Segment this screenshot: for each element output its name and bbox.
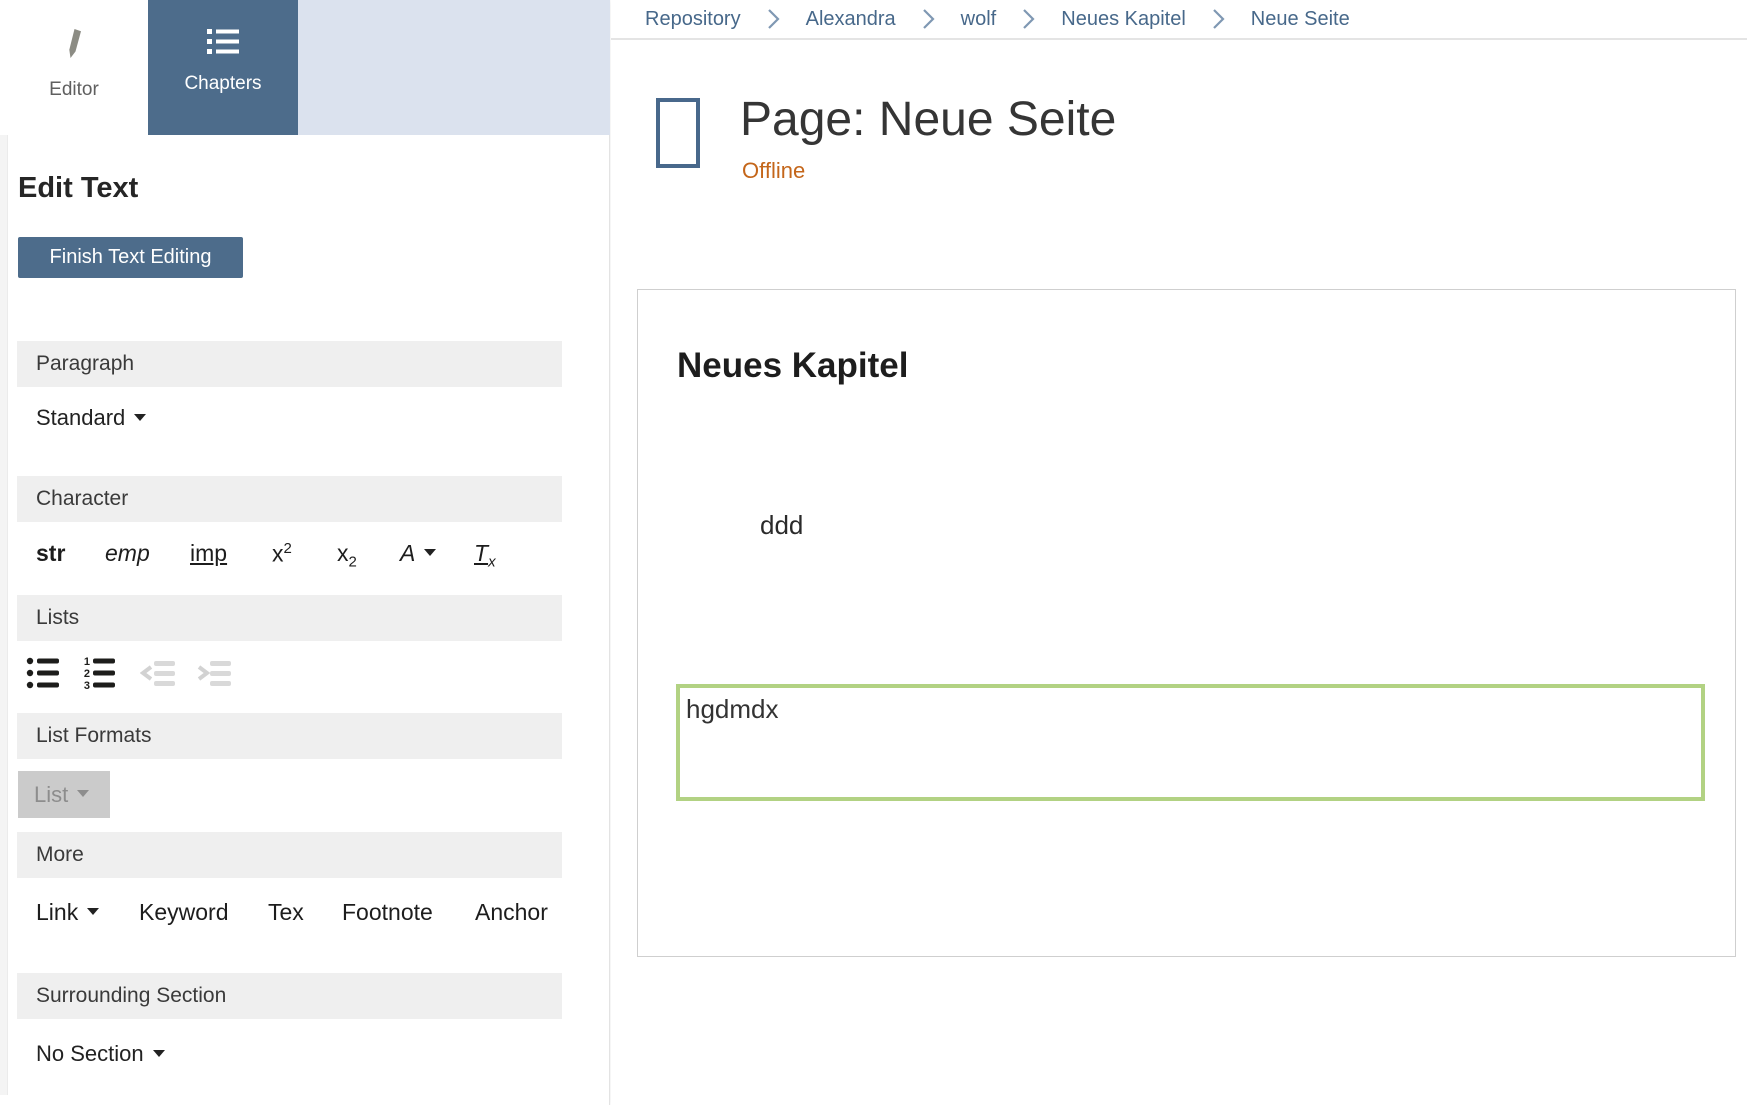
clear-format-base: T	[474, 540, 488, 566]
page-title: Page: Neue Seite	[740, 92, 1116, 147]
breadcrumb-alexandra[interactable]: Alexandra	[806, 8, 896, 31]
finish-text-editing-button[interactable]: Finish Text Editing	[18, 237, 243, 278]
svg-text:1: 1	[84, 656, 90, 668]
important-button[interactable]: imp	[190, 540, 227, 567]
surrounding-section-value: No Section	[36, 1041, 144, 1066]
breadcrumb: Repository Alexandra wolf Neues Kapitel …	[611, 0, 1747, 40]
link-dropdown[interactable]: Link	[36, 899, 99, 926]
sidebar-scrollbar[interactable]	[0, 135, 8, 1095]
subscript-base: x	[337, 540, 349, 566]
list-format-dropdown[interactable]: List	[18, 771, 110, 818]
clear-format-mark: x	[488, 554, 496, 571]
text-color-letter: A	[400, 540, 415, 566]
link-label: Link	[36, 899, 78, 925]
tab-chapters[interactable]: Chapters	[148, 0, 298, 135]
tab-editor[interactable]: Editor	[0, 0, 148, 135]
subscript-mark: 2	[349, 554, 357, 571]
chevron-down-icon	[153, 1050, 165, 1057]
tex-button[interactable]: Tex	[268, 899, 304, 926]
breadcrumb-neues-kapitel[interactable]: Neues Kapitel	[1061, 8, 1186, 31]
breadcrumb-neue-seite[interactable]: Neue Seite	[1251, 8, 1350, 31]
anchor-button[interactable]: Anchor	[475, 899, 548, 926]
chevron-down-icon	[77, 790, 89, 797]
superscript-button[interactable]: x2	[272, 540, 292, 568]
chevron-down-icon	[87, 908, 99, 915]
chevron-right-icon	[1212, 8, 1225, 30]
page-content-box: Neues Kapitel ddd hgdmdx	[637, 289, 1736, 957]
svg-text:3: 3	[84, 680, 90, 692]
emphasis-button[interactable]: emp	[105, 540, 150, 567]
list-format-value: List	[34, 782, 68, 807]
numbered-list-icon[interactable]: 1 2 3	[82, 653, 116, 693]
status-badge: Offline	[742, 158, 805, 184]
svg-text:2: 2	[84, 668, 90, 680]
surrounding-section-dropdown[interactable]: No Section	[36, 1041, 165, 1067]
chevron-down-icon	[424, 549, 436, 556]
section-list-formats-header: List Formats	[17, 713, 562, 759]
active-edit-area[interactable]: hgdmdx	[676, 684, 1705, 801]
format-sidebar: Editor Chapters Edit Text Finish	[0, 0, 610, 1105]
strong-button[interactable]: str	[36, 540, 65, 567]
tab-chapters-label: Chapters	[184, 73, 261, 95]
section-more-header: More	[17, 832, 562, 878]
paragraph-style-dropdown[interactable]: Standard	[36, 405, 146, 431]
chevron-right-icon	[922, 8, 935, 30]
bullet-list-icon[interactable]	[26, 653, 60, 693]
chevron-right-icon	[767, 8, 780, 30]
keyword-button[interactable]: Keyword	[139, 899, 228, 926]
text-color-dropdown[interactable]: A	[400, 540, 436, 567]
indent-icon[interactable]	[196, 653, 230, 693]
section-paragraph-header: Paragraph	[17, 341, 562, 387]
sidebar-tabstrip: Editor Chapters	[0, 0, 610, 135]
sidebar-title: Edit Text	[18, 172, 138, 205]
subscript-button[interactable]: x2	[337, 540, 357, 571]
superscript-base: x	[272, 541, 284, 567]
chevron-down-icon	[134, 414, 146, 421]
outdent-icon[interactable]	[140, 653, 174, 693]
pencil-icon	[61, 27, 87, 68]
breadcrumb-wolf[interactable]: wolf	[961, 8, 997, 31]
tab-editor-label: Editor	[49, 79, 99, 101]
chapter-heading: Neues Kapitel	[677, 346, 908, 386]
page-select-checkbox[interactable]	[656, 98, 700, 168]
clear-format-button[interactable]: Tx	[474, 540, 496, 571]
page-editor-app: Editor Chapters Edit Text Finish	[0, 0, 1747, 1105]
paragraph-block[interactable]: ddd	[760, 510, 803, 541]
breadcrumb-repository[interactable]: Repository	[645, 8, 741, 31]
main-pane: Repository Alexandra wolf Neues Kapitel …	[611, 0, 1747, 1105]
section-surrounding-header: Surrounding Section	[17, 973, 562, 1019]
chevron-right-icon	[1022, 8, 1035, 30]
section-character-header: Character	[17, 476, 562, 522]
footnote-button[interactable]: Footnote	[342, 899, 433, 926]
superscript-mark: 2	[284, 540, 292, 557]
chapters-list-icon	[206, 27, 240, 62]
paragraph-style-value: Standard	[36, 405, 125, 430]
section-lists-header: Lists	[17, 595, 562, 641]
